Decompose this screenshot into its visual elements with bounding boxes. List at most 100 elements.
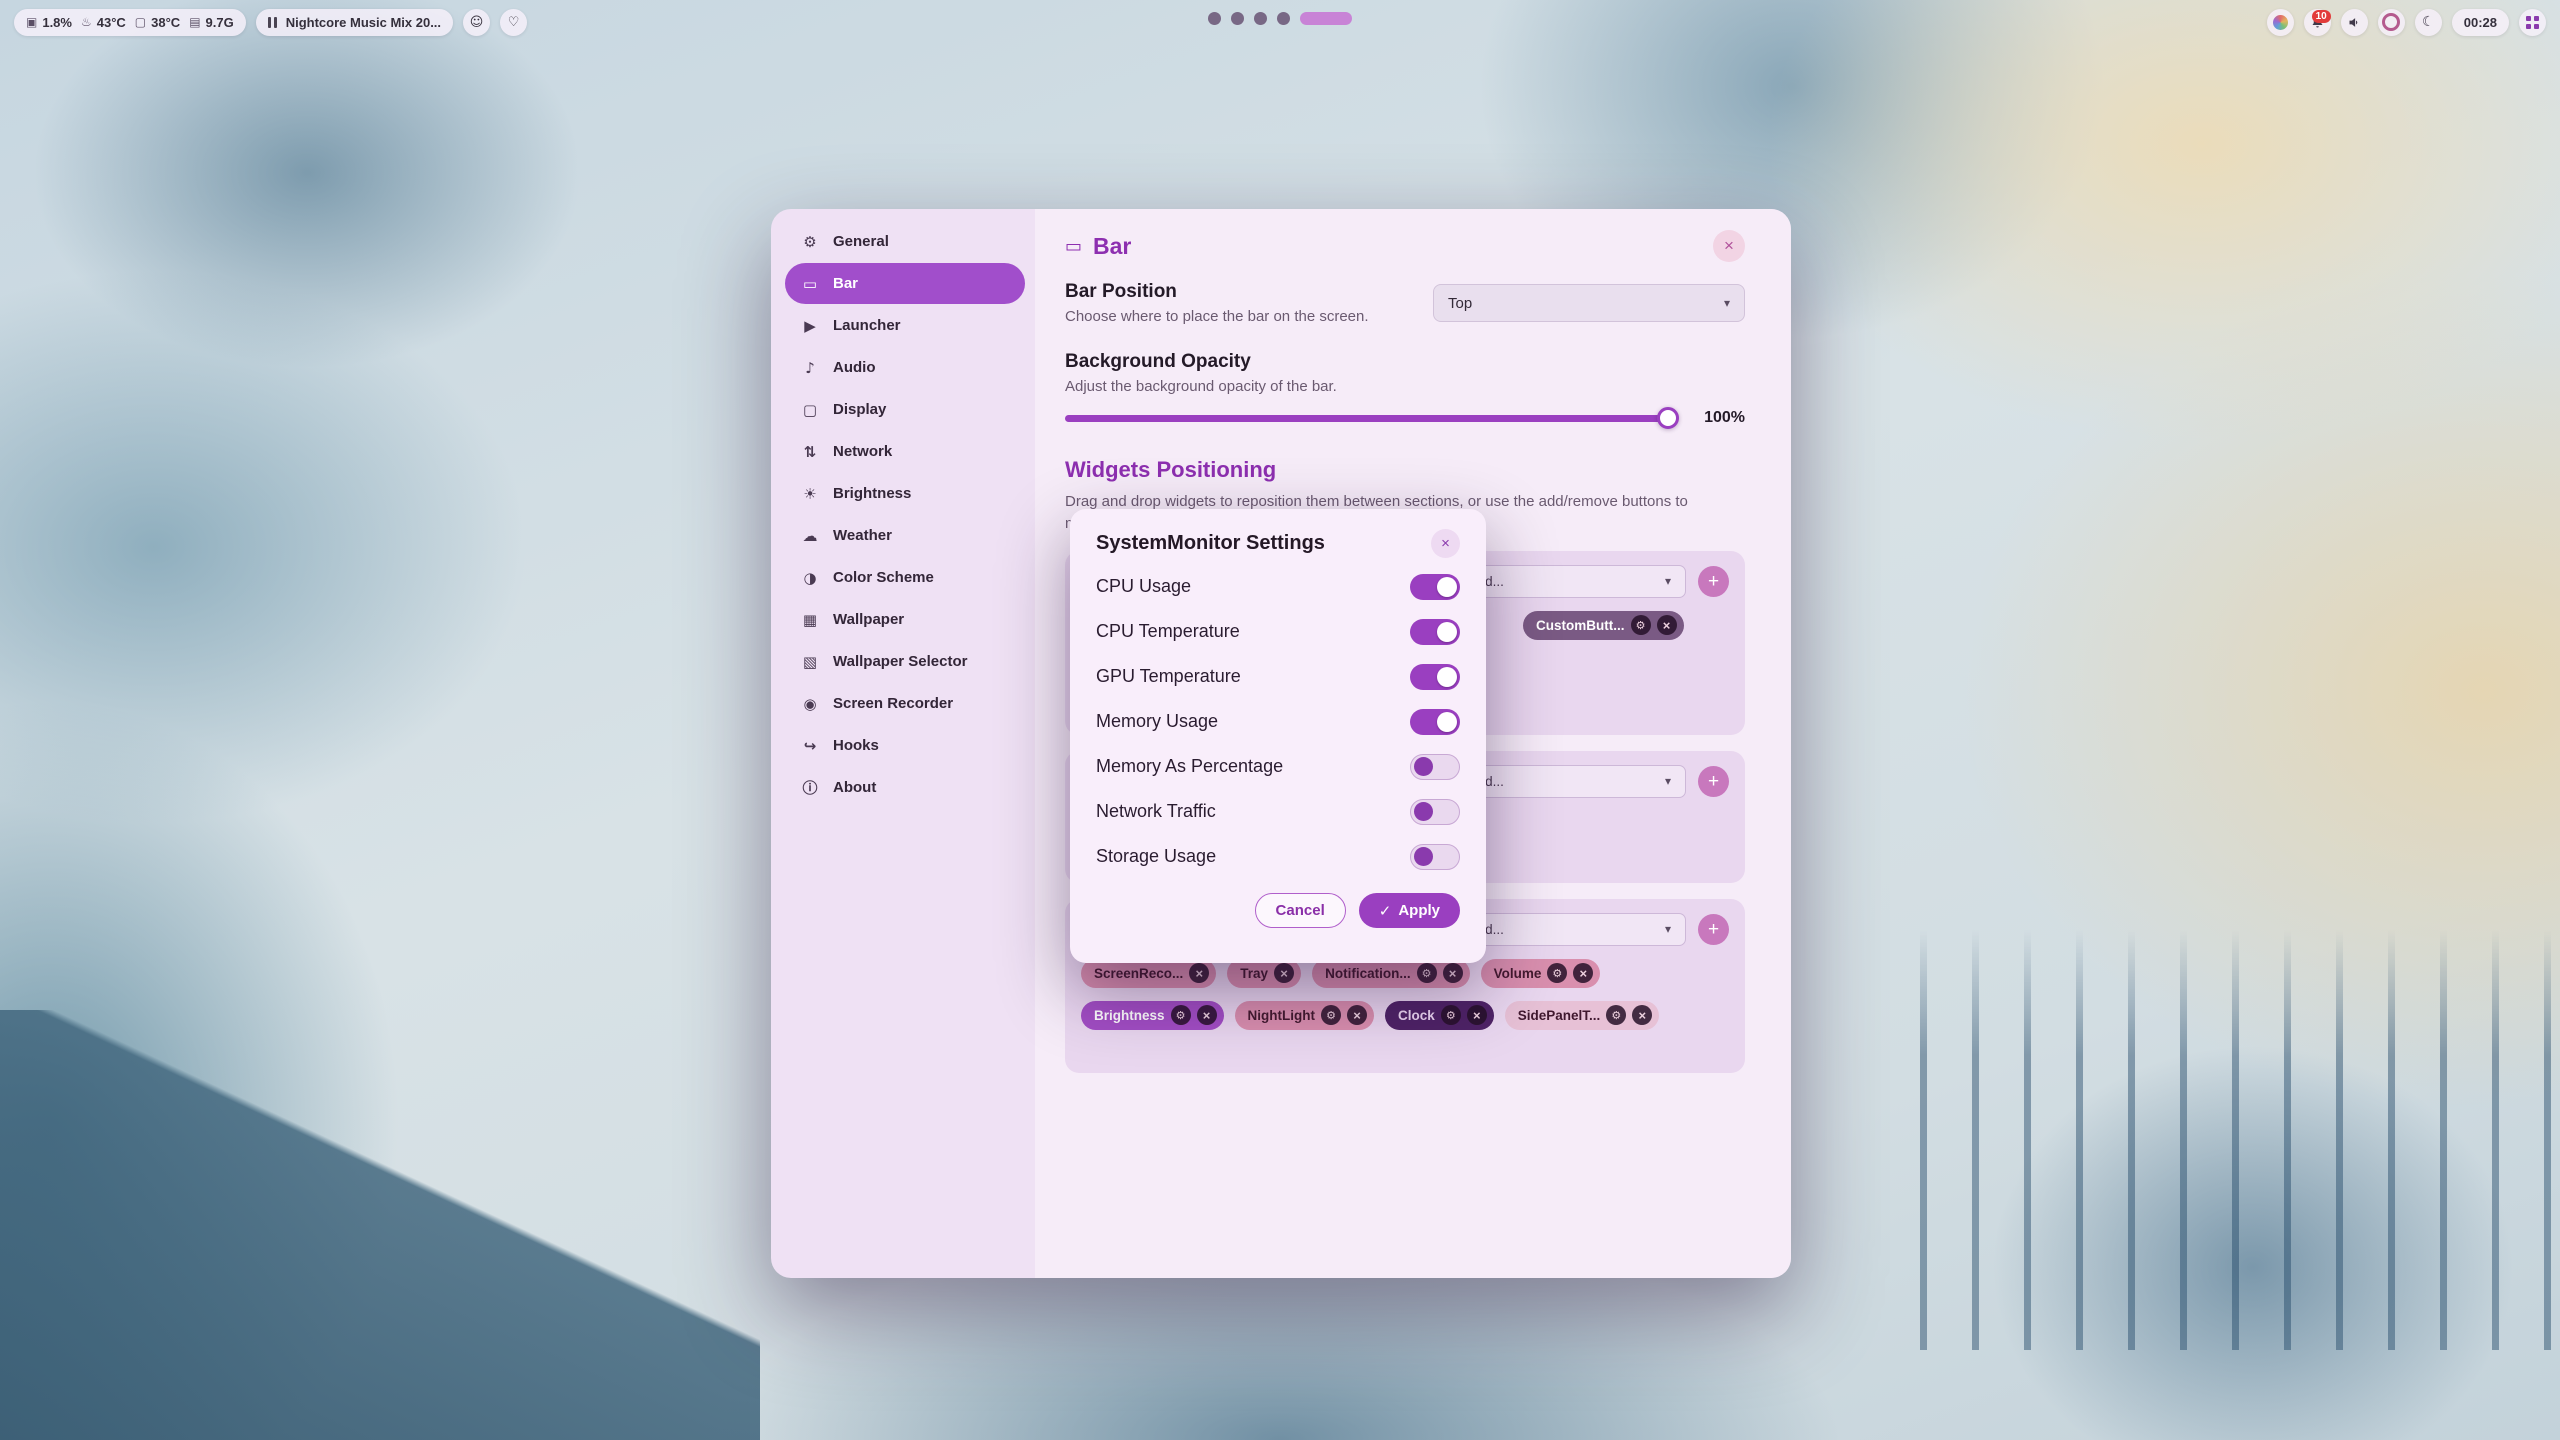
media-title: Nightcore Music Mix 20... — [286, 15, 441, 30]
bar-position-dropdown[interactable]: Top ▾ — [1433, 284, 1745, 322]
screen-record-chip[interactable] — [2378, 9, 2405, 36]
sidebar-item-label: Bar — [833, 275, 858, 292]
widget-chip-label: CustomButt... — [1536, 618, 1625, 633]
opacity-slider[interactable] — [1065, 415, 1677, 422]
workspace-dot-1[interactable] — [1208, 12, 1221, 25]
cancel-button[interactable]: Cancel — [1255, 893, 1346, 928]
remove-widget-icon[interactable]: × — [1657, 615, 1677, 635]
toggle-row-memory-usage: Memory Usage — [1096, 699, 1460, 744]
wallpaper-railing — [1920, 930, 2560, 1350]
sidebar-item-wallpaper-selector[interactable]: ▧ Wallpaper Selector — [785, 641, 1025, 682]
sidebar-item-bar[interactable]: ▭ Bar — [785, 263, 1025, 304]
background-opacity-description: Adjust the background opacity of the bar… — [1065, 378, 1745, 395]
apply-button-label: Apply — [1398, 902, 1440, 919]
storage-usage-toggle[interactable] — [1410, 844, 1460, 870]
widget-chip-volume[interactable]: Volume ⚙ × — [1481, 959, 1601, 988]
sidebar-item-label: Launcher — [833, 317, 901, 334]
close-window-button[interactable]: × — [1713, 230, 1745, 262]
widget-settings-icon[interactable]: ⚙ — [1547, 963, 1567, 983]
opacity-value: 100% — [1693, 409, 1745, 427]
memory-as-percentage-toggle[interactable] — [1410, 754, 1460, 780]
cpu-temperature-toggle[interactable] — [1410, 619, 1460, 645]
widget-settings-icon[interactable]: ⚙ — [1441, 1005, 1461, 1025]
sidebar-item-brightness[interactable]: ☀ Brightness — [785, 473, 1025, 514]
memory-usage-toggle[interactable] — [1410, 709, 1460, 735]
notifications-chip[interactable]: 10 — [2304, 9, 2331, 36]
favorites-chip[interactable]: ♡ — [500, 9, 527, 36]
widget-settings-icon[interactable]: ⚙ — [1321, 1005, 1341, 1025]
night-light-chip[interactable]: ☾ — [2415, 9, 2442, 36]
sidebar-item-weather[interactable]: ☁ Weather — [785, 515, 1025, 556]
bar-icon: ▭ — [800, 275, 820, 293]
widget-settings-icon[interactable]: ⚙ — [1171, 1005, 1191, 1025]
remove-widget-icon[interactable]: × — [1197, 1005, 1217, 1025]
apps-chip[interactable] — [2519, 9, 2546, 36]
sidebar-item-label: Screen Recorder — [833, 695, 953, 712]
volume-chip[interactable] — [2341, 9, 2368, 36]
apps-grid-icon — [2526, 16, 2539, 29]
color-picker-chip[interactable] — [2267, 9, 2294, 36]
gpu-temperature-toggle[interactable] — [1410, 664, 1460, 690]
sidebar-item-about[interactable]: ⓘ About — [785, 767, 1025, 808]
widget-chip-custombutton[interactable]: CustomButt... ⚙ × — [1523, 611, 1684, 640]
image-icon: ▦ — [800, 611, 820, 629]
system-stats-chip[interactable]: ▣ 1.8% ♨ 43°C ▢ 38°C ▤ 9.7G — [14, 9, 246, 36]
apply-button[interactable]: ✓ Apply — [1359, 893, 1460, 928]
sidebar-item-audio[interactable]: ♪ Audio — [785, 347, 1025, 388]
toggle-row-cpu-usage: CPU Usage — [1096, 564, 1460, 609]
workspace-active-pill[interactable] — [1300, 12, 1352, 25]
emoji-chip[interactable]: ☺ — [463, 9, 490, 36]
sidebar-item-network[interactable]: ⇅ Network — [785, 431, 1025, 472]
sidebar-item-label: Hooks — [833, 737, 879, 754]
add-widget-button-right[interactable]: + — [1698, 914, 1729, 945]
network-traffic-toggle[interactable] — [1410, 799, 1460, 825]
widget-chip-clock[interactable]: Clock ⚙ × — [1385, 1001, 1494, 1030]
check-icon: ✓ — [1379, 902, 1392, 920]
sidebar-item-screen-recorder[interactable]: ◉ Screen Recorder — [785, 683, 1025, 724]
toggle-row-cpu-temperature: CPU Temperature — [1096, 609, 1460, 654]
widget-settings-icon[interactable]: ⚙ — [1606, 1005, 1626, 1025]
workspace-dot-4[interactable] — [1277, 12, 1290, 25]
close-dialog-button[interactable]: × — [1431, 529, 1460, 558]
workspace-dot-2[interactable] — [1231, 12, 1244, 25]
background-opacity-setting: Background Opacity Adjust the background… — [1065, 351, 1745, 427]
remove-widget-icon[interactable]: × — [1573, 963, 1593, 983]
chevron-down-icon: ▾ — [1665, 922, 1671, 936]
bar-position-label: Bar Position — [1065, 281, 1369, 303]
cpu-icon: ▣ — [26, 15, 37, 29]
sidebar-item-color-scheme[interactable]: ◑ Color Scheme — [785, 557, 1025, 598]
remove-widget-icon[interactable]: × — [1347, 1005, 1367, 1025]
bar-position-setting: Bar Position Choose where to place the b… — [1065, 281, 1745, 325]
add-widget-button-center[interactable]: + — [1698, 766, 1729, 797]
widget-chip-label: Tray — [1240, 966, 1268, 981]
widget-chip-brightness[interactable]: Brightness ⚙ × — [1081, 1001, 1224, 1030]
top-bar: ▣ 1.8% ♨ 43°C ▢ 38°C ▤ 9.7G Nightcore Mu… — [0, 0, 2560, 40]
widget-chip-nightlight[interactable]: NightLight ⚙ × — [1235, 1001, 1374, 1030]
systemmonitor-settings-dialog: SystemMonitor Settings × CPU Usage CPU T… — [1070, 509, 1486, 963]
sidebar-item-launcher[interactable]: ▶ Launcher — [785, 305, 1025, 346]
remove-widget-icon[interactable]: × — [1467, 1005, 1487, 1025]
remove-widget-icon[interactable]: × — [1443, 963, 1463, 983]
widget-settings-icon[interactable]: ⚙ — [1631, 615, 1651, 635]
remove-widget-icon[interactable]: × — [1632, 1005, 1652, 1025]
remove-widget-icon[interactable]: × — [1274, 963, 1294, 983]
opacity-slider-knob[interactable] — [1657, 407, 1679, 429]
media-player-chip[interactable]: Nightcore Music Mix 20... — [256, 9, 453, 36]
sidebar-item-display[interactable]: ▢ Display — [785, 389, 1025, 430]
sidebar-item-hooks[interactable]: ↪ Hooks — [785, 725, 1025, 766]
sidebar-item-general[interactable]: ⚙ General — [785, 221, 1025, 262]
sidebar-item-label: Brightness — [833, 485, 911, 502]
clock-chip[interactable]: 00:28 — [2452, 9, 2509, 36]
widget-chip-sidepanel[interactable]: SidePanelT... ⚙ × — [1505, 1001, 1660, 1030]
widget-settings-icon[interactable]: ⚙ — [1417, 963, 1437, 983]
sidebar-item-wallpaper[interactable]: ▦ Wallpaper — [785, 599, 1025, 640]
widget-chip-label: NightLight — [1248, 1008, 1315, 1023]
remove-widget-icon[interactable]: × — [1189, 963, 1209, 983]
thermometer-icon: ♨ — [81, 15, 92, 29]
bell-icon: 10 — [2310, 15, 2325, 30]
toggle-label: Memory As Percentage — [1096, 756, 1283, 777]
workspace-dot-3[interactable] — [1254, 12, 1267, 25]
cpu-value: 1.8% — [42, 15, 72, 30]
cpu-usage-toggle[interactable] — [1410, 574, 1460, 600]
add-widget-button-left[interactable]: + — [1698, 566, 1729, 597]
